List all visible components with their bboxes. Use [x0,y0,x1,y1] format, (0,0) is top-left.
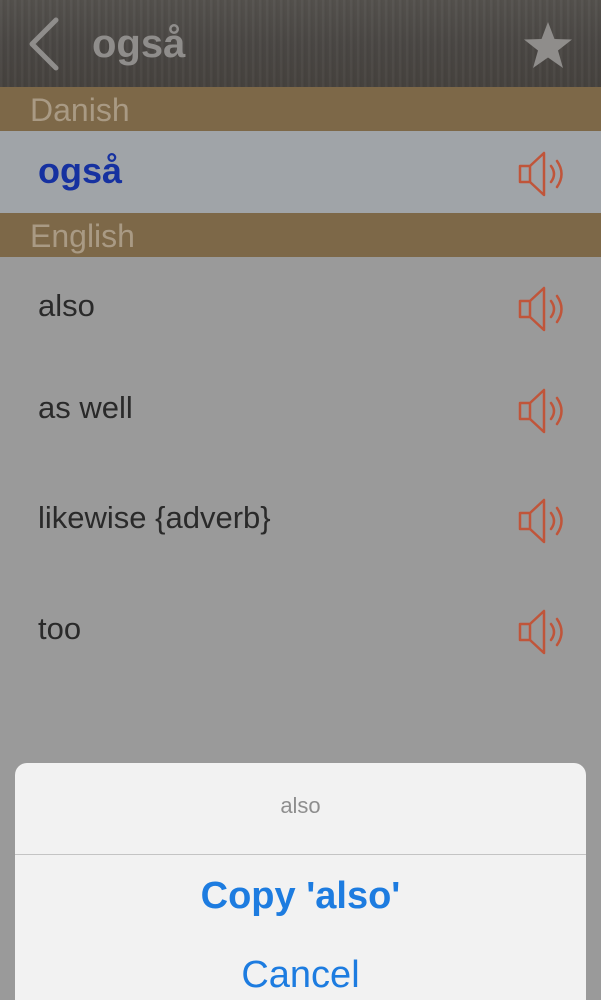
speaker-icon[interactable] [516,496,572,546]
section-header-danish: Danish [0,87,601,131]
translation-row[interactable]: likewise {adverb} [0,478,601,560]
speaker-icon[interactable] [516,607,572,657]
cancel-button[interactable]: Cancel [15,939,586,1000]
source-term-row[interactable]: også [0,131,601,213]
translation-row[interactable]: as well [0,368,601,450]
back-button[interactable] [22,14,70,74]
favorite-button[interactable] [520,20,576,72]
speaker-icon[interactable] [516,386,572,436]
action-sheet-title: also [280,793,321,818]
speaker-icon[interactable] [516,149,572,199]
copy-button[interactable]: Copy 'also' [15,855,586,937]
navigation-bar: også [0,0,601,88]
speaker-icon[interactable] [516,284,572,334]
translation-row[interactable]: also [0,266,601,348]
page-title: også [92,22,186,66]
star-icon [524,22,572,68]
translation-term: also [38,288,95,323]
translation-term: likewise {adverb} [38,500,271,535]
source-term: også [38,150,123,191]
section-header-label: Danish [30,92,130,128]
chevron-left-icon [29,17,59,71]
section-header-label: English [30,218,135,254]
section-header-english: English [0,213,601,257]
action-sheet: also Copy 'also' Cancel [15,763,586,1000]
screen: også Danish også English also as well li… [0,0,601,1000]
translation-row[interactable]: too [0,589,601,671]
translation-term: too [38,611,82,646]
translation-term: as well [38,390,133,425]
